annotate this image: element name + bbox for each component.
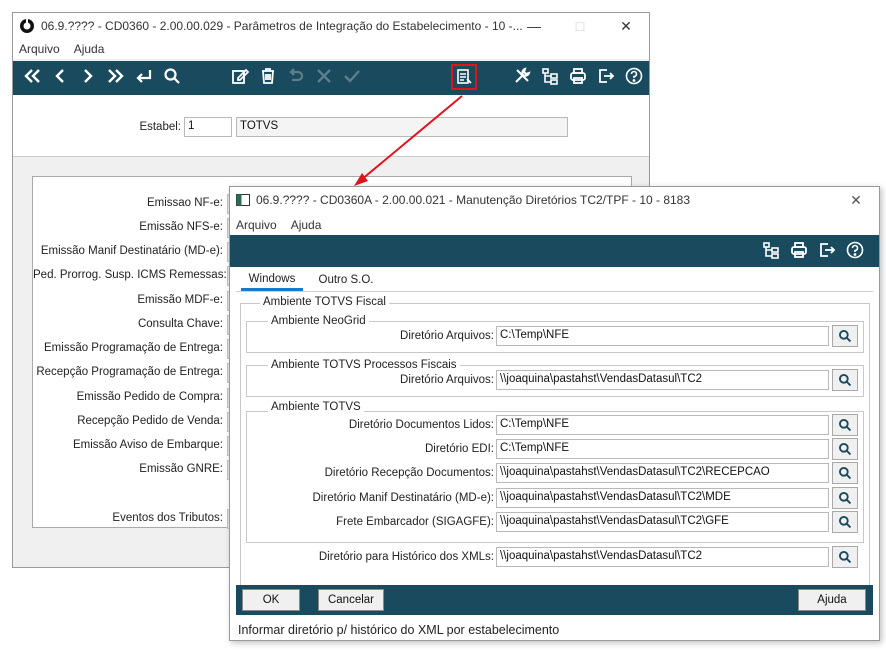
tab-outro-so[interactable]: Outro S.O.	[309, 269, 383, 291]
historico-search-button[interactable]	[832, 546, 858, 568]
group-processos-title: Ambiente TOTVS Processos Fiscais	[268, 359, 460, 371]
totvs-dir-input[interactable]: C:\Temp\NFE	[496, 415, 829, 435]
totvs-dir-label: Diretório Manif Destinatário (MD-e):	[312, 492, 495, 504]
search-icon	[839, 443, 852, 456]
totvs-search-button[interactable]	[832, 414, 858, 436]
group-neogrid-title: Ambiente NeoGrid	[268, 315, 369, 327]
totvs-search-button[interactable]	[832, 511, 858, 533]
tab-windows-label: Windows	[248, 272, 296, 285]
totvs-dir-input[interactable]: C:\Temp\NFE	[496, 439, 829, 459]
processos-search-button[interactable]	[832, 369, 858, 391]
totvs-search-button[interactable]	[832, 462, 858, 484]
window-icon	[236, 194, 250, 206]
search-icon	[839, 330, 852, 343]
search-icon	[839, 492, 852, 505]
totvs-dir-input[interactable]: \\joaquina\pastahst\VendasDatasul\TC2\GF…	[496, 512, 829, 532]
totvs-dir-label: Frete Embarcador (SIGAGFE):	[336, 516, 494, 528]
totvs-dir-label: Diretório Documentos Lidos:	[348, 419, 494, 431]
search-icon	[839, 419, 852, 432]
neogrid-search-button[interactable]	[832, 325, 858, 347]
historico-dir-input[interactable]: \\joaquina\pastahst\VendasDatasul\TC2	[496, 547, 829, 567]
search-icon	[839, 516, 852, 529]
dialog-menu-ajuda[interactable]: Ajuda	[291, 218, 322, 232]
cancel-button[interactable]: Cancelar	[318, 589, 384, 611]
dialog-button-bar: OK Cancelar Ajuda	[236, 585, 873, 615]
dialog-title: 06.9.???? - CD0360A - 2.00.00.021 - Manu…	[256, 193, 691, 207]
neogrid-dir-input[interactable]: C:\Temp\NFE	[496, 326, 829, 346]
dialog-toolbar	[230, 235, 879, 267]
dialog-window: 06.9.???? - CD0360A - 2.00.00.021 - Manu…	[229, 186, 880, 641]
totvs-dir-label: Diretório EDI:	[424, 443, 494, 455]
processos-dir-label: Diretório Arquivos:	[400, 374, 494, 386]
totvs-dir-input[interactable]: \\joaquina\pastahst\VendasDatasul\TC2\RE…	[496, 463, 829, 483]
group-ambiente-totvs-fiscal-title: Ambiente TOTVS Fiscal	[260, 296, 389, 308]
neogrid-dir-label: Diretório Arquivos:	[400, 330, 494, 342]
dialog-exit-icon[interactable]	[816, 239, 838, 261]
historico-dir-label: Diretório para Histórico dos XMLs:	[318, 551, 494, 563]
group-ambiente-totvs-title: Ambiente TOTVS	[268, 401, 364, 413]
totvs-dir-input[interactable]: \\joaquina\pastahst\VendasDatasul\TC2\MD…	[496, 488, 829, 508]
dialog-titlebar: 06.9.???? - CD0360A - 2.00.00.021 - Manu…	[230, 187, 879, 213]
ok-button[interactable]: OK	[242, 589, 300, 611]
totvs-search-button[interactable]	[832, 487, 858, 509]
help-button[interactable]: Ajuda	[798, 589, 866, 611]
search-icon	[839, 467, 852, 480]
totvs-dir-label: Diretório Recepção Documentos:	[324, 467, 494, 479]
totvs-search-button[interactable]	[832, 438, 858, 460]
tab-outro-so-label: Outro S.O.	[318, 274, 374, 286]
search-icon	[839, 374, 852, 387]
tab-windows[interactable]: Windows	[241, 269, 303, 291]
dialog-menubar: Arquivo Ajuda	[230, 215, 879, 235]
processos-dir-input[interactable]: \\joaquina\pastahst\VendasDatasul\TC2	[496, 370, 829, 390]
dialog-print-icon[interactable]	[788, 239, 810, 261]
dialog-menu-arquivo[interactable]: Arquivo	[236, 218, 277, 232]
dialog-help-icon[interactable]	[844, 239, 866, 261]
tab-line	[236, 291, 873, 292]
status-bar: Informar diretório p/ histórico do XML p…	[238, 623, 560, 637]
search-icon	[839, 551, 852, 564]
dialog-hierarchy-icon[interactable]	[760, 239, 782, 261]
dialog-close-button[interactable]: ✕	[833, 187, 879, 213]
